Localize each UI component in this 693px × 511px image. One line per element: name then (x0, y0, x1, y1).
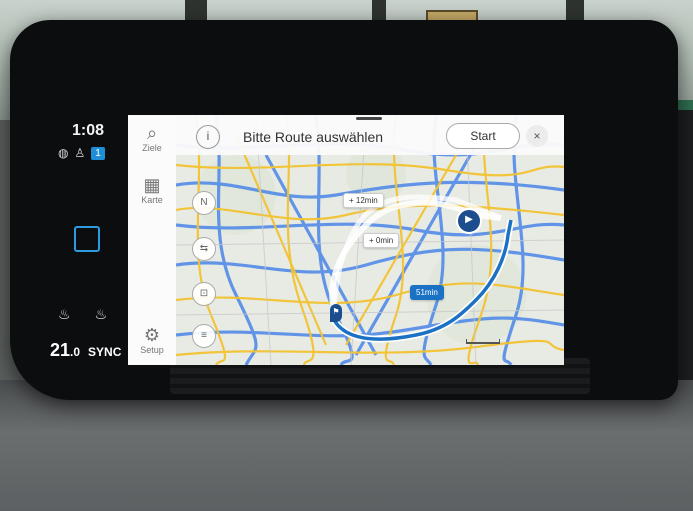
vehicle-position-icon: ▶ (456, 208, 482, 234)
close-button[interactable]: × (526, 125, 548, 147)
search-icon: ⌕ (146, 123, 158, 143)
route-label-alt2[interactable]: + 0min (363, 233, 400, 248)
menu-button[interactable]: ≡ (192, 324, 216, 348)
seatbelt-icon: ♙ (74, 146, 86, 160)
clock: 1:08 (72, 122, 105, 139)
temperature-row: 21.0 SYNC (50, 340, 121, 361)
map-scale (466, 339, 500, 344)
gear-icon: ⚙ (143, 325, 161, 345)
seat-heat-left-icon[interactable]: ♨ (58, 306, 71, 323)
infotainment-screen: ⌕ Ziele ▦ Karte ⚙ Setup + 12min + 0min 5… (128, 115, 564, 365)
map-view-button[interactable]: ⊡ (192, 282, 216, 306)
side-item-label: Setup (140, 345, 164, 355)
status-row: ◍ ♙ 1 (58, 146, 105, 160)
destination-flag-icon: ⚑ (330, 304, 342, 322)
map-view-icon: ⊡ (199, 288, 209, 299)
sync-button[interactable]: SYNC (88, 345, 121, 359)
climate-square-button[interactable] (74, 226, 100, 252)
seat-heating-row: ♨ ♨ (58, 306, 107, 323)
route-label-main[interactable]: 51min (410, 285, 444, 300)
temperature-value[interactable]: 21.0 (50, 340, 80, 361)
menu-icon: ≡ (201, 330, 207, 341)
page-title: Bitte Route auswählen (243, 129, 384, 145)
side-item-ziele[interactable]: ⌕ Ziele (128, 123, 176, 153)
side-menu: ⌕ Ziele ▦ Karte ⚙ Setup (128, 115, 177, 365)
compass-button[interactable]: N (192, 191, 216, 215)
seat-heat-right-icon[interactable]: ♨ (95, 306, 108, 323)
side-item-label: Karte (141, 195, 163, 205)
route-options-button[interactable]: ⇆ (192, 237, 216, 261)
climate-panel: 1:08 ◍ ♙ 1 ♨ ♨ 21.0 SYNC (40, 110, 130, 370)
route-options-icon: ⇆ (199, 243, 209, 254)
side-item-setup[interactable]: ⚙ Setup (128, 325, 176, 355)
start-button[interactable]: Start (446, 123, 520, 149)
route-label-alt1[interactable]: + 12min (343, 193, 384, 208)
info-button[interactable]: i (196, 125, 220, 149)
drag-handle[interactable] (356, 117, 382, 120)
side-item-label: Ziele (142, 143, 162, 153)
side-item-karte[interactable]: ▦ Karte (128, 175, 176, 205)
map-icon: ▦ (143, 175, 161, 195)
globe-icon: ◍ (58, 146, 69, 160)
nav-topbar: i Bitte Route auswählen Start × (176, 115, 564, 155)
status-badge[interactable]: 1 (91, 146, 105, 160)
